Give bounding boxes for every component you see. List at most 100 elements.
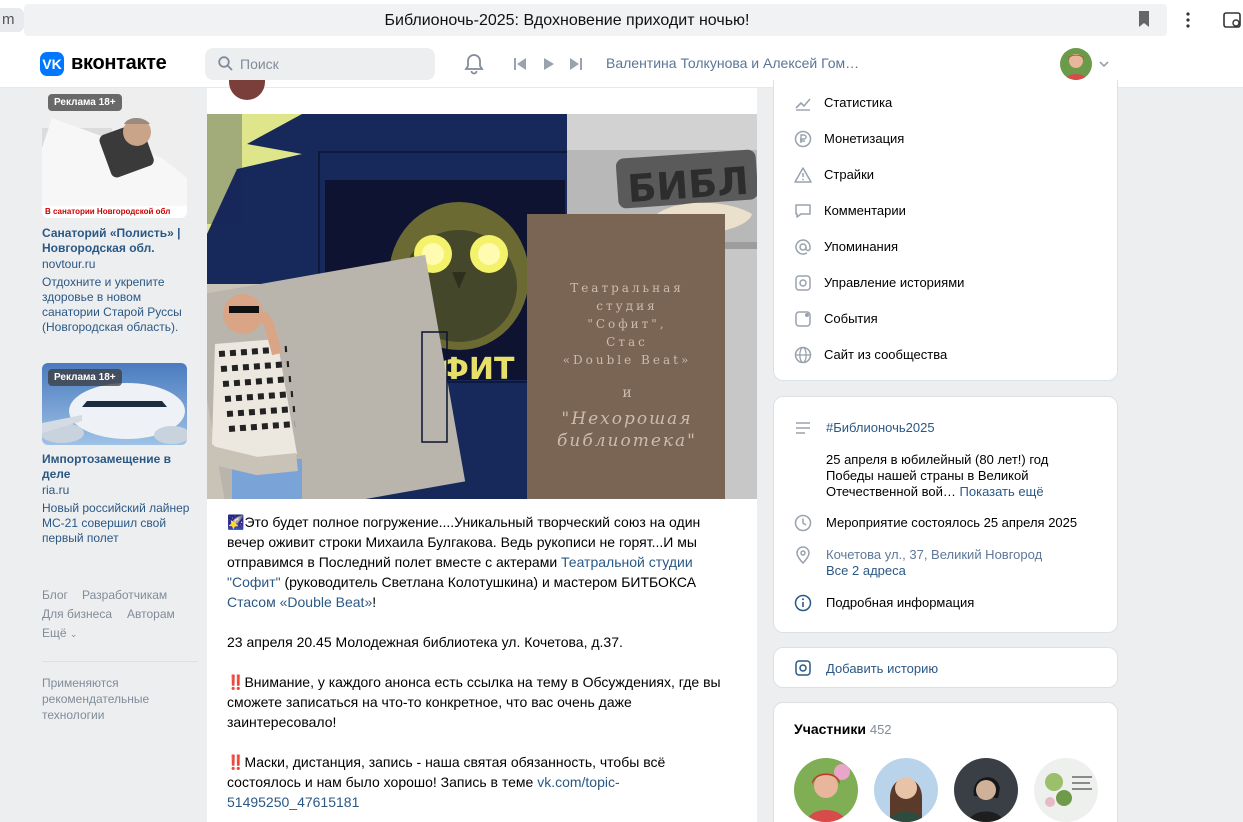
menu-item-events[interactable]: События [794,308,1094,328]
now-playing-track[interactable]: Валентина Толкунова и Алексей Гом… [606,55,859,71]
notifications-bell-icon[interactable] [464,53,484,75]
ad-title[interactable]: Импортозамещение в деле [42,452,192,482]
post-paragraph: 23 апреля 20.45 Молодежная библиотека ул… [227,634,623,650]
footer-link-authors[interactable]: Авторам [127,607,175,621]
menu-item-label: Сайт из сообщества [824,347,948,362]
menu-item-label: Упоминания [824,239,899,254]
address-text: Кочетова ул., 37, Великий Новгород Все 2… [826,547,1096,579]
image-text-line: студия [596,299,657,313]
stories-icon [795,660,811,676]
vk-wordmark[interactable]: вконтакте [71,52,167,75]
add-story-card[interactable]: Добавить историю [773,647,1118,688]
ad-image-sanatorium[interactable]: Реклама 18+ В санатории Новгородской обл [42,88,187,218]
address-bar[interactable]: m [0,8,24,32]
all-addresses-link[interactable]: Все 2 адреса [826,563,906,578]
image-text-line: "Софит", [587,317,666,331]
url-fragment: m [2,11,15,28]
image-text-line: Стас [606,335,648,349]
post-paragraph: ‼️Маски, дистанция, запись - наша святая… [227,754,666,810]
footer-link-business[interactable]: Для бизнеса [42,607,112,621]
previous-track-icon[interactable] [513,57,527,71]
admin-menu-card: Статистика Монетизация Страйки Комментар… [773,80,1118,381]
post-image[interactable]: СОФИТ БИБЛ Театральная студия "Софит", С… [207,114,757,499]
hashtag-link[interactable]: #Библионочь2025 [826,420,935,435]
menu-item-statistics[interactable]: Статистика [794,92,1094,112]
double-exclamation-icon: ‼️ [227,754,245,770]
user-avatar[interactable] [1060,48,1092,80]
menu-item-strikes[interactable]: Страйки [794,164,1094,184]
divider [42,661,198,662]
event-status-row: Мероприятие состоялось 25 апреля 2025 [794,514,1104,534]
tab-search-icon[interactable] [1221,9,1243,31]
search-input[interactable] [240,53,420,75]
vk-logo-icon[interactable]: VK [40,52,64,76]
image-text-line: Театральная [570,281,684,295]
community-info-card: #Библионочь2025 25 апреля в юбилейный (8… [773,396,1118,633]
at-icon [795,239,811,255]
chevron-down-icon[interactable] [1099,60,1109,68]
menu-item-comments[interactable]: Комментарии [794,200,1094,220]
double-beat-link[interactable]: Стасом «Double Beat» [227,594,372,610]
details-link[interactable]: Подробная информация [826,595,1096,611]
post-text: 🌠Это будет полное погружение....Уникальн… [227,512,737,812]
address-row: Кочетова ул., 37, Великий Новгород Все 2… [794,546,1104,582]
ad-description[interactable]: Отдохните и укрепите здоровье в новом са… [42,275,192,335]
event-status-text: Мероприятие состоялось 25 апреля 2025 [826,515,1078,530]
comment-icon [795,204,811,218]
play-icon[interactable] [543,57,555,71]
bookmark-icon[interactable] [1138,11,1150,27]
member-avatar[interactable] [1034,758,1098,822]
menu-item-label: Статистика [824,95,893,110]
details-row[interactable]: Подробная информация [794,594,1104,614]
member-avatar[interactable] [794,758,858,822]
ad-title[interactable]: Санаторий «Полисть» | Новгородская обл. [42,226,192,256]
ad-image-airliner[interactable]: Реклама 18+ [42,363,187,445]
menu-item-label: Страйки [824,167,875,182]
footer-link-more[interactable]: Ещё ⌄ [42,626,77,640]
stats-icon [795,98,811,111]
clock-icon [794,514,812,532]
warning-icon [794,167,812,183]
footer-link-developers[interactable]: Разработчикам [82,588,167,602]
next-track-icon[interactable] [569,57,583,71]
tab-title-area: Библионочь-2025: Вдохновение приходит но… [24,4,1167,36]
chevron-down-icon: ⌄ [69,629,78,639]
footer-link-blog[interactable]: Блог [42,588,68,602]
post-paragraph: ‼️Внимание, у каждого анонса есть ссылка… [227,674,721,730]
members-count: 452 [869,722,892,737]
image-text-line: «Double Beat» [563,353,692,367]
double-exclamation-icon: ‼️ [227,674,245,690]
ad-domain[interactable]: ria.ru [42,483,69,497]
globe-icon [794,346,812,364]
browser-title-bar: m Библионочь-2025: Вдохновение приходит … [0,0,1243,40]
more-menu-icon[interactable] [1181,10,1195,30]
menu-item-stories[interactable]: Управление историями [794,272,1094,292]
info-icon [794,594,812,612]
recommendation-tech-note[interactable]: Применяются рекомендательные технологии [42,675,182,723]
menu-item-label: Управление историями [824,275,965,290]
community-avatar[interactable] [229,80,265,100]
library-sign-word: БИБЛ [626,159,750,211]
stories-icon [795,275,811,291]
description-lines-icon [796,422,810,434]
address-link[interactable]: Кочетова ул., 37, Великий Новгород [826,547,1042,562]
menu-item-label: События [824,311,878,326]
menu-item-mentions[interactable]: Упоминания [794,236,1094,256]
ruble-icon [794,130,812,148]
members-card: Участники 452 [773,702,1118,822]
menu-item-label: Комментарии [824,203,906,218]
menu-item-monetization[interactable]: Монетизация [794,128,1094,148]
member-avatar[interactable] [874,758,938,822]
member-avatar[interactable] [954,758,1018,822]
menu-item-website[interactable]: Сайт из сообщества [794,344,1094,364]
ad-domain[interactable]: novtour.ru [42,257,95,271]
ad-description[interactable]: Новый российский лайнер МС-21 совершил с… [42,501,192,546]
search-icon [218,56,233,71]
description-text: #Библионочь2025 25 апреля в юбилейный (8… [826,420,1049,499]
ad-badge: Реклама 18+ [48,94,122,111]
description-row: #Библионочь2025 25 апреля в юбилейный (8… [794,419,1104,499]
ad-image-caption: В санатории Новгородской обл [42,206,187,218]
members-title[interactable]: Участники 452 [794,721,892,737]
show-more-link[interactable]: Показать ещё [960,484,1044,499]
image-text-line: "Нехорошая [561,409,692,429]
